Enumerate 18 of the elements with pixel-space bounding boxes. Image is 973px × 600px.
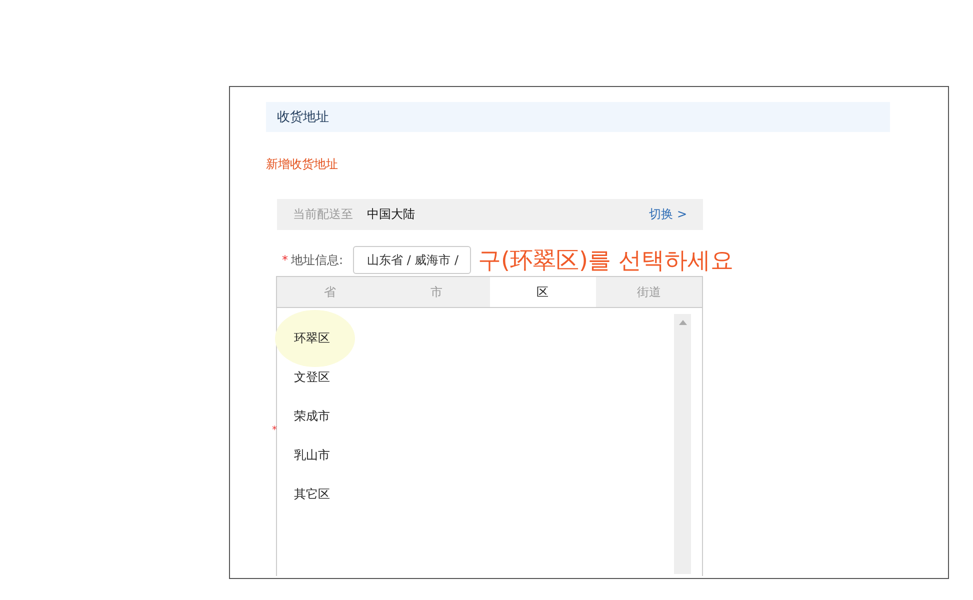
section-title: 收货地址 — [277, 109, 329, 126]
address-field[interactable]: 山东省 / 威海市 / — [353, 246, 472, 274]
address-label: 地址信息: — [291, 252, 344, 268]
region-option[interactable]: 荣成市 — [292, 397, 332, 436]
switch-link[interactable]: 切换 > — [649, 206, 687, 223]
scroll-up-icon[interactable] — [678, 320, 686, 325]
region-option[interactable]: 乳山市 — [292, 436, 332, 475]
region-tab[interactable]: 区 — [490, 277, 596, 307]
region-option[interactable]: 环翠区 — [292, 319, 332, 358]
scrollbar[interactable] — [674, 314, 691, 574]
delivery-label: 当前配送至 — [293, 206, 353, 223]
required-mark: * — [272, 425, 277, 436]
delivery-value: 中国大陆 — [367, 206, 415, 223]
add-address-link[interactable]: 新增收货地址 — [266, 156, 338, 173]
region-option[interactable]: 文登区 — [292, 358, 332, 397]
annotation-text: 구(环翠区)를 선택하세요 — [478, 247, 734, 276]
required-mark: * — [282, 253, 288, 267]
region-option[interactable]: 其它区 — [292, 475, 332, 514]
